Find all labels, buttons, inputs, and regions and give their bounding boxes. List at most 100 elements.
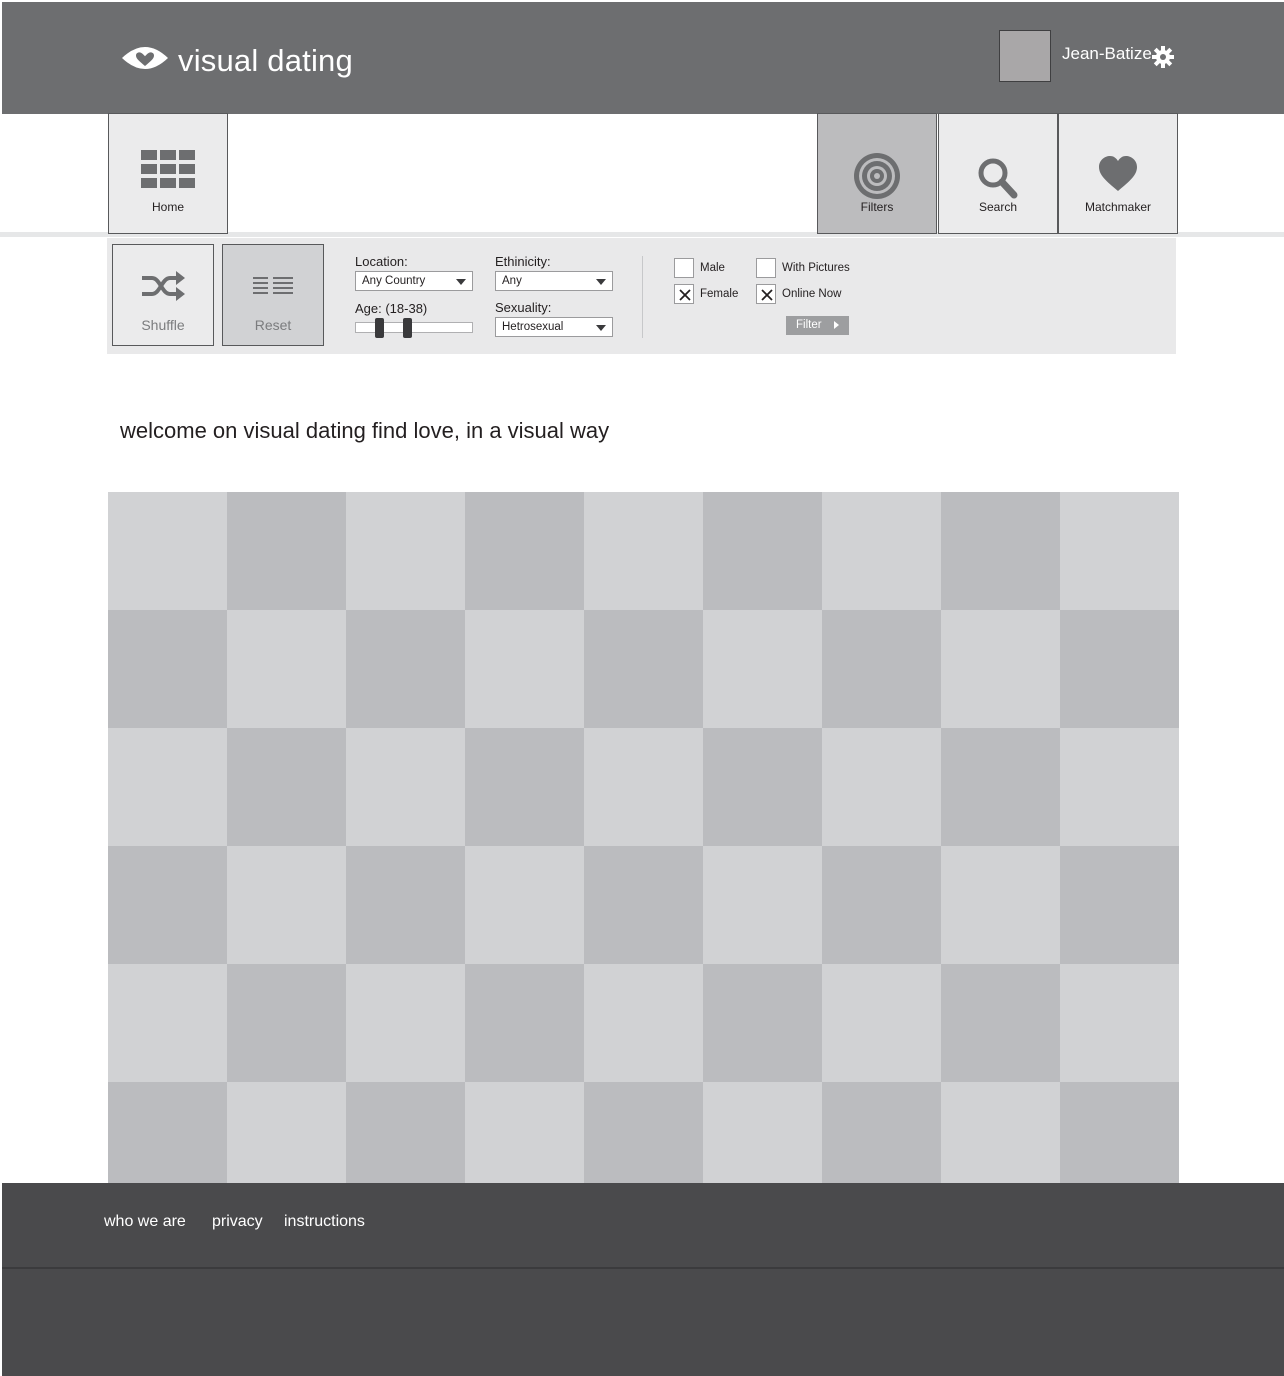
heart-icon [1059,156,1177,192]
profile-photo-tile[interactable] [227,492,346,610]
footer-link-privacy[interactable]: privacy [212,1213,263,1231]
female-checkbox[interactable] [674,284,694,304]
chevron-down-icon [456,279,466,285]
profile-photo-tile[interactable] [1060,492,1179,610]
profile-photo-tile[interactable] [108,728,227,846]
profile-photo-tile[interactable] [346,610,465,728]
profile-photo-tile[interactable] [465,1082,584,1183]
profile-photo-tile[interactable] [465,728,584,846]
profile-photo-tile[interactable] [703,492,822,610]
profile-photo-tile[interactable] [108,492,227,610]
filter-button-label: Filter [796,319,822,331]
profile-photo-tile[interactable] [108,846,227,964]
username[interactable]: Jean-Batize [1062,44,1152,64]
profile-photo-tile[interactable] [346,728,465,846]
profile-photo-tile[interactable] [465,846,584,964]
profile-photo-tile[interactable] [703,964,822,1082]
footer-divider [2,1267,1284,1269]
profile-photo-tile[interactable] [584,964,703,1082]
age-slider-max-handle[interactable] [403,318,412,338]
profile-photo-tile[interactable] [822,610,941,728]
profile-photo-tile[interactable] [1060,846,1179,964]
filter-button[interactable]: Filter [786,316,849,335]
profile-photo-tile[interactable] [941,492,1060,610]
location-select[interactable]: Any Country [355,271,473,291]
photo-grid [108,492,1179,1183]
profile-photo-tile[interactable] [227,964,346,1082]
profile-photo-tile[interactable] [584,728,703,846]
avatar[interactable] [999,30,1051,82]
profile-photo-tile[interactable] [346,846,465,964]
online-now-checkbox[interactable] [756,284,776,304]
profile-photo-tile[interactable] [346,964,465,1082]
chevron-down-icon [596,325,606,331]
ethnicity-label: Ethinicity: [495,254,551,269]
profile-photo-tile[interactable] [822,728,941,846]
profile-photo-tile[interactable] [703,846,822,964]
sexuality-value: Hetrosexual [502,321,564,333]
profile-photo-tile[interactable] [108,964,227,1082]
male-label: Male [700,262,725,274]
shuffle-button[interactable]: Shuffle [112,244,214,346]
footer-link-who-we-are[interactable]: who we are [104,1213,186,1231]
profile-photo-tile[interactable] [941,964,1060,1082]
profile-photo-tile[interactable] [227,610,346,728]
profile-photo-tile[interactable] [822,964,941,1082]
with-pictures-label: With Pictures [782,262,850,274]
profile-photo-tile[interactable] [1060,728,1179,846]
profile-photo-tile[interactable] [465,964,584,1082]
profile-photo-tile[interactable] [703,610,822,728]
header: visual dating Jean-Batize [2,2,1284,114]
profile-photo-tile[interactable] [584,610,703,728]
profile-photo-tile[interactable] [1060,1082,1179,1183]
profile-photo-tile[interactable] [941,610,1060,728]
profile-photo-tile[interactable] [703,728,822,846]
gear-icon[interactable] [1151,45,1175,74]
nav-home[interactable]: Home [108,113,228,234]
profile-photo-tile[interactable] [346,1082,465,1183]
male-checkbox[interactable] [674,258,694,278]
profile-photo-tile[interactable] [465,492,584,610]
profile-photo-tile[interactable] [941,846,1060,964]
profile-photo-tile[interactable] [822,846,941,964]
profile-photo-tile[interactable] [703,1082,822,1183]
footer-link-instructions[interactable]: instructions [284,1213,365,1231]
profile-photo-tile[interactable] [941,1082,1060,1183]
ethnicity-value: Any [502,275,522,287]
profile-photo-tile[interactable] [465,610,584,728]
location-label: Location: [355,254,408,269]
nav-search[interactable]: Search [938,113,1058,234]
with-pictures-checkbox[interactable] [756,258,776,278]
search-icon [939,157,1057,199]
sexuality-select[interactable]: Hetrosexual [495,317,613,337]
profile-photo-tile[interactable] [227,728,346,846]
profile-photo-tile[interactable] [941,728,1060,846]
check-x-icon [761,289,773,301]
age-label: Age: (18-38) [355,301,428,316]
profile-photo-tile[interactable] [822,1082,941,1183]
profile-photo-tile[interactable] [227,1082,346,1183]
profile-photo-tile[interactable] [1060,610,1179,728]
target-icon [818,151,936,201]
profile-photo-tile[interactable] [1060,964,1179,1082]
nav-matchmaker-label: Matchmaker [1084,200,1152,214]
nav-filters[interactable]: Filters [817,113,937,234]
reset-button[interactable]: Reset [222,244,324,346]
age-slider[interactable] [355,322,473,333]
shuffle-label: Shuffle [141,317,185,333]
filter-bar: Shuffle Reset Location: Any Country Age:… [107,238,1176,354]
profile-photo-tile[interactable] [584,846,703,964]
age-slider-min-handle[interactable] [375,318,384,338]
nav-matchmaker[interactable]: Matchmaker [1058,113,1178,234]
profile-photo-tile[interactable] [584,492,703,610]
profile-photo-tile[interactable] [108,1082,227,1183]
location-value: Any Country [362,275,426,287]
profile-photo-tile[interactable] [346,492,465,610]
profile-photo-tile[interactable] [227,846,346,964]
ethnicity-select[interactable]: Any [495,271,613,291]
sexuality-label: Sexuality: [495,300,552,315]
profile-photo-tile[interactable] [822,492,941,610]
profile-photo-tile[interactable] [108,610,227,728]
logo[interactable]: visual dating [120,42,353,79]
profile-photo-tile[interactable] [584,1082,703,1183]
